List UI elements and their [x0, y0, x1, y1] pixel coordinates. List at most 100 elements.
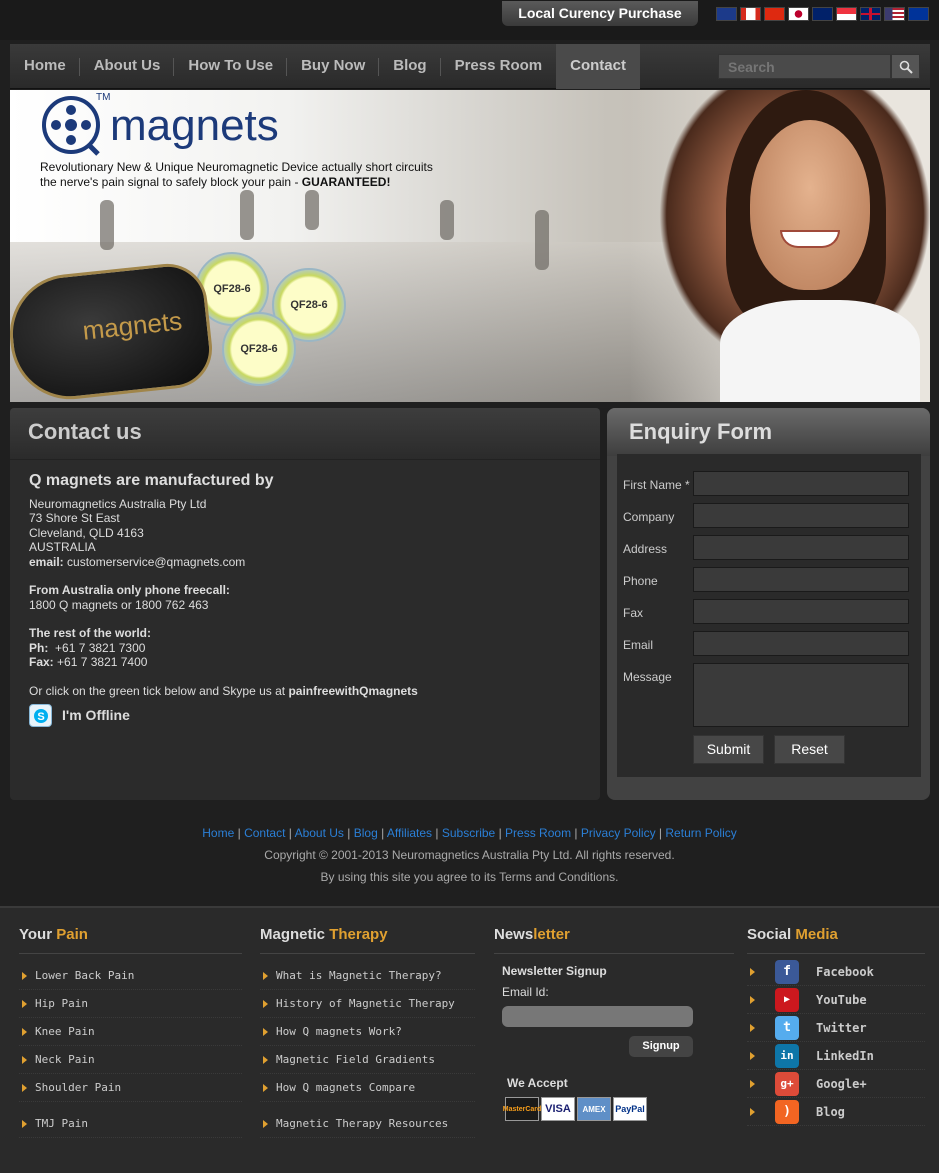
usa-flag-icon[interactable] — [884, 7, 905, 21]
australia-flag-icon[interactable] — [716, 7, 737, 21]
first-name-label: First Name * — [623, 478, 690, 492]
singapore-flag-icon[interactable] — [836, 7, 857, 21]
company-field[interactable] — [693, 503, 909, 528]
footer-link-return-policy[interactable]: Return Policy — [665, 826, 736, 840]
pain-link-hip[interactable]: Hip Pain — [19, 990, 242, 1018]
nav-press-room[interactable]: Press Room — [441, 44, 557, 89]
social-link-facebook[interactable]: f Facebook — [747, 958, 925, 986]
nav-how-to-use[interactable]: How To Use — [174, 44, 287, 89]
footer-link-press-room[interactable]: Press Room — [505, 826, 571, 840]
new-zealand-flag-icon[interactable] — [812, 7, 833, 21]
message-field[interactable] — [693, 663, 909, 727]
youtube-icon: ▶ — [775, 987, 799, 1012]
nav-contact[interactable]: Contact — [556, 44, 640, 89]
copyright-text: Copyright © 2001-2013 Neuromagnetics Aus… — [264, 848, 675, 862]
eu-flag-icon[interactable] — [908, 7, 929, 21]
nav-blog[interactable]: Blog — [379, 44, 441, 89]
footer-link-privacy-policy[interactable]: Privacy Policy — [581, 826, 656, 840]
newsletter-signup-button[interactable]: Signup — [629, 1036, 693, 1057]
reset-button[interactable]: Reset — [774, 735, 845, 764]
pain-link-lower-back[interactable]: Lower Back Pain — [19, 962, 242, 990]
social-link-blog[interactable]: ) Blog — [747, 1098, 925, 1126]
freecall-label: From Australia only phone freecall: — [29, 583, 230, 597]
footer-link-affiliates[interactable]: Affiliates — [387, 826, 432, 840]
social-link-google-plus[interactable]: g+ Google+ — [747, 1070, 925, 1098]
fax-field[interactable] — [693, 599, 909, 624]
your-pain-heading: Your Pain — [19, 926, 242, 954]
trademark-mark: TM — [96, 92, 111, 103]
enquiry-form: First Name * Company Address Phone Fax E… — [617, 454, 921, 777]
phone-label: Ph: — [29, 640, 49, 655]
submit-button[interactable]: Submit — [693, 735, 764, 764]
nav-about-us[interactable]: About Us — [80, 44, 175, 89]
footer-links: Home | Contact | About Us | Blog | Affil… — [0, 822, 939, 888]
pain-link-shoulder[interactable]: Shoulder Pain — [19, 1074, 242, 1102]
hero-banner: TM magnets Revolutionary New & Unique Ne… — [10, 90, 930, 402]
hero-tagline: Revolutionary New & Unique Neuromagnetic… — [40, 160, 433, 190]
social-link-twitter[interactable]: t Twitter — [747, 1014, 925, 1042]
phone-label: Phone — [623, 574, 658, 588]
hero-woman-image — [630, 90, 930, 402]
canada-flag-icon[interactable] — [740, 7, 761, 21]
search-box — [718, 54, 920, 79]
search-button[interactable] — [891, 54, 920, 79]
social-link-youtube[interactable]: ▶ YouTube — [747, 986, 925, 1014]
address-field[interactable] — [693, 535, 909, 560]
runner-figure — [240, 190, 254, 240]
qmagnets-logo[interactable]: TM magnets — [40, 92, 279, 156]
logo-text: magnets — [110, 101, 279, 150]
therapy-link-what-is[interactable]: What is Magnetic Therapy? — [260, 962, 475, 990]
newsletter-email-input[interactable] — [502, 1006, 693, 1027]
social-media-column: Social Media f Facebook ▶ YouTube t Twitter… — [747, 926, 925, 1126]
pain-link-neck[interactable]: Neck Pain — [19, 1046, 242, 1074]
skype-icon[interactable]: S — [29, 704, 52, 727]
social-link-linkedin[interactable]: in LinkedIn — [747, 1042, 925, 1070]
message-label: Message — [623, 670, 672, 684]
footer-link-contact[interactable]: Contact — [244, 826, 285, 840]
svg-text:S: S — [37, 711, 44, 723]
footer-link-blog[interactable]: Blog — [354, 826, 378, 840]
enquiry-title: Enquiry Form — [607, 408, 930, 456]
bottom-section: Your Pain Lower Back Pain Hip Pain Knee … — [0, 906, 939, 1173]
skype-note: Or click on the green tick below and Sky… — [29, 683, 289, 698]
skype-status[interactable]: S I'm Offline — [29, 704, 581, 727]
phone-field[interactable] — [693, 567, 909, 592]
company-label: Company — [623, 510, 675, 524]
pain-link-tmj[interactable]: TMJ Pain — [19, 1110, 242, 1138]
email-field[interactable] — [693, 631, 909, 656]
footer-link-subscribe[interactable]: Subscribe — [442, 826, 495, 840]
email-link[interactable]: customerservice@qmagnets.com — [64, 555, 245, 569]
uk-flag-icon[interactable] — [860, 7, 881, 21]
paypal-icon: PayPal — [613, 1097, 647, 1121]
magnetic-therapy-heading: Magnetic Therapy — [260, 926, 475, 954]
payment-cards: MasterCard VISA AMEX PayPal — [503, 1097, 647, 1121]
therapy-link-compare[interactable]: How Q magnets Compare — [260, 1074, 475, 1102]
address-label: Address — [623, 542, 668, 556]
footer-link-home[interactable]: Home — [202, 826, 234, 840]
local-currency-purchase-button[interactable]: Local Curency Purchase — [502, 1, 698, 26]
first-name-field[interactable] — [693, 471, 909, 496]
linkedin-icon: in — [775, 1043, 799, 1068]
social-media-heading: Social Media — [747, 926, 925, 954]
woman-top — [720, 300, 920, 402]
q-logo-icon — [42, 96, 100, 156]
magnet-carry-case: magnets — [10, 259, 216, 402]
twitter-icon: t — [775, 1015, 799, 1040]
newsletter-column: Newsletter — [494, 926, 734, 954]
search-input[interactable] — [718, 54, 891, 79]
pain-link-knee[interactable]: Knee Pain — [19, 1018, 242, 1046]
japan-flag-icon[interactable] — [788, 7, 809, 21]
fax-number: +61 7 3821 7400 — [53, 655, 148, 669]
nav-home[interactable]: Home — [10, 44, 80, 89]
therapy-link-gradients[interactable]: Magnetic Field Gradients — [260, 1046, 475, 1074]
email-label: email: — [29, 554, 64, 569]
tagline-guaranteed: GUARANTEED! — [301, 175, 391, 189]
therapy-link-resources[interactable]: Magnetic Therapy Resources — [260, 1110, 475, 1138]
hong-kong-flag-icon[interactable] — [764, 7, 785, 21]
therapy-link-how-work[interactable]: How Q magnets Work? — [260, 1018, 475, 1046]
newsletter-signup-title: Newsletter Signup — [502, 964, 607, 978]
therapy-link-history[interactable]: History of Magnetic Therapy — [260, 990, 475, 1018]
footer-link-about-us[interactable]: About Us — [295, 826, 344, 840]
nav-buy-now[interactable]: Buy Now — [287, 44, 380, 89]
woman-smile — [780, 230, 840, 248]
